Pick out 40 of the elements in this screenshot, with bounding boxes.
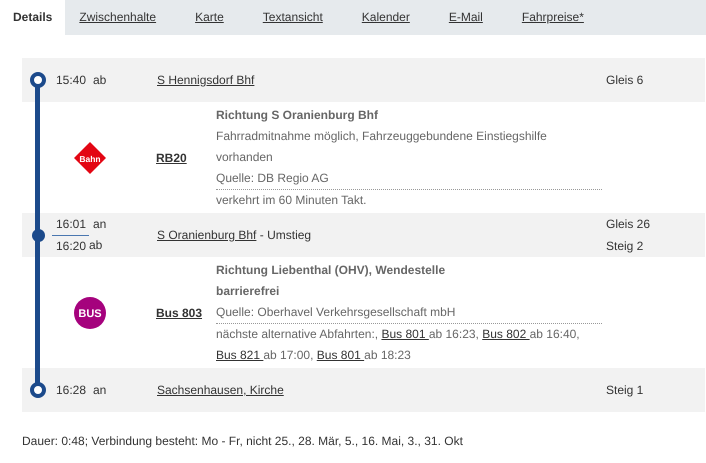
tab[interactable]: Textansicht: [248, 0, 337, 35]
source-text: Quelle: DB Regio AG: [216, 168, 602, 190]
station-link[interactable]: S Hennigsdorf Bhf: [157, 73, 254, 87]
arrival-departure-label: an: [93, 216, 106, 232]
arrival-departure-label: ab: [93, 72, 106, 88]
platform-text: Gleis 26: [606, 216, 652, 233]
departure-link[interactable]: Bus 821: [216, 348, 264, 362]
note-text: verkehrt im 60 Minuten Takt.: [216, 192, 368, 209]
tab[interactable]: Fahrpreise*: [508, 0, 598, 35]
station-link[interactable]: Sachsenhausen, Kirche: [157, 383, 284, 397]
time-text: 15:40: [56, 72, 88, 88]
departure-link[interactable]: Bus 801: [381, 327, 429, 341]
connection-summary: Dauer: 0:48; Verbindung besteht: Mo - Fr, nicht 25., 28. Mär, 5., 16. Mai, 3., 31. Okt: [22, 434, 464, 448]
platform-text: Steig 1: [606, 382, 644, 399]
tab[interactable]: Details: [0, 0, 66, 35]
time-text: 16:28: [56, 382, 88, 398]
direction-text: barrierefrei: [216, 283, 280, 300]
platform-text: Steig 2: [606, 238, 644, 255]
alternatives-text: nächste alternative Abfahrten:, Bus 801 ab 16:23, Bus 802 ab 16:40, Bus 821 ab 17:00, Bus 801 ab 18:23: [216, 326, 581, 364]
departure-link[interactable]: Bus 801: [316, 348, 364, 362]
time-text: 16:20: [52, 234, 89, 256]
station-link[interactable]: S Oranienburg Bhf: [157, 228, 256, 242]
tab[interactable]: E-Mail: [434, 0, 497, 35]
source-text: Quelle: Oberhavel Verkehrsgesellschaft mbH: [216, 302, 602, 324]
line-link[interactable]: Bus 803: [156, 306, 202, 320]
tab[interactable]: Kalender: [348, 0, 424, 35]
tab[interactable]: Zwischenhalte: [65, 0, 170, 35]
time-text: 16:01: [56, 216, 88, 232]
direction-text: Richtung Liebenthal (OHV), Wendestelle: [216, 262, 446, 279]
rail-logo: Bahn: [73, 141, 107, 175]
bus-logo: BUS: [73, 296, 107, 330]
note-text: Fahrradmitnahme möglich, Fahrzeuggebundene Einstiegshilfe vorhanden: [216, 128, 548, 166]
arrival-departure-label: an: [93, 382, 106, 398]
platform-text: Gleis 6: [606, 72, 644, 89]
line-link[interactable]: RB20: [156, 151, 187, 165]
arrival-departure-label: ab: [89, 236, 102, 254]
departure-link[interactable]: Bus 802: [482, 327, 530, 341]
direction-text: Richtung S Oranienburg Bhf: [216, 107, 379, 124]
tab[interactable]: Karte: [181, 0, 238, 35]
transfer-label: - Umstieg: [258, 228, 312, 242]
